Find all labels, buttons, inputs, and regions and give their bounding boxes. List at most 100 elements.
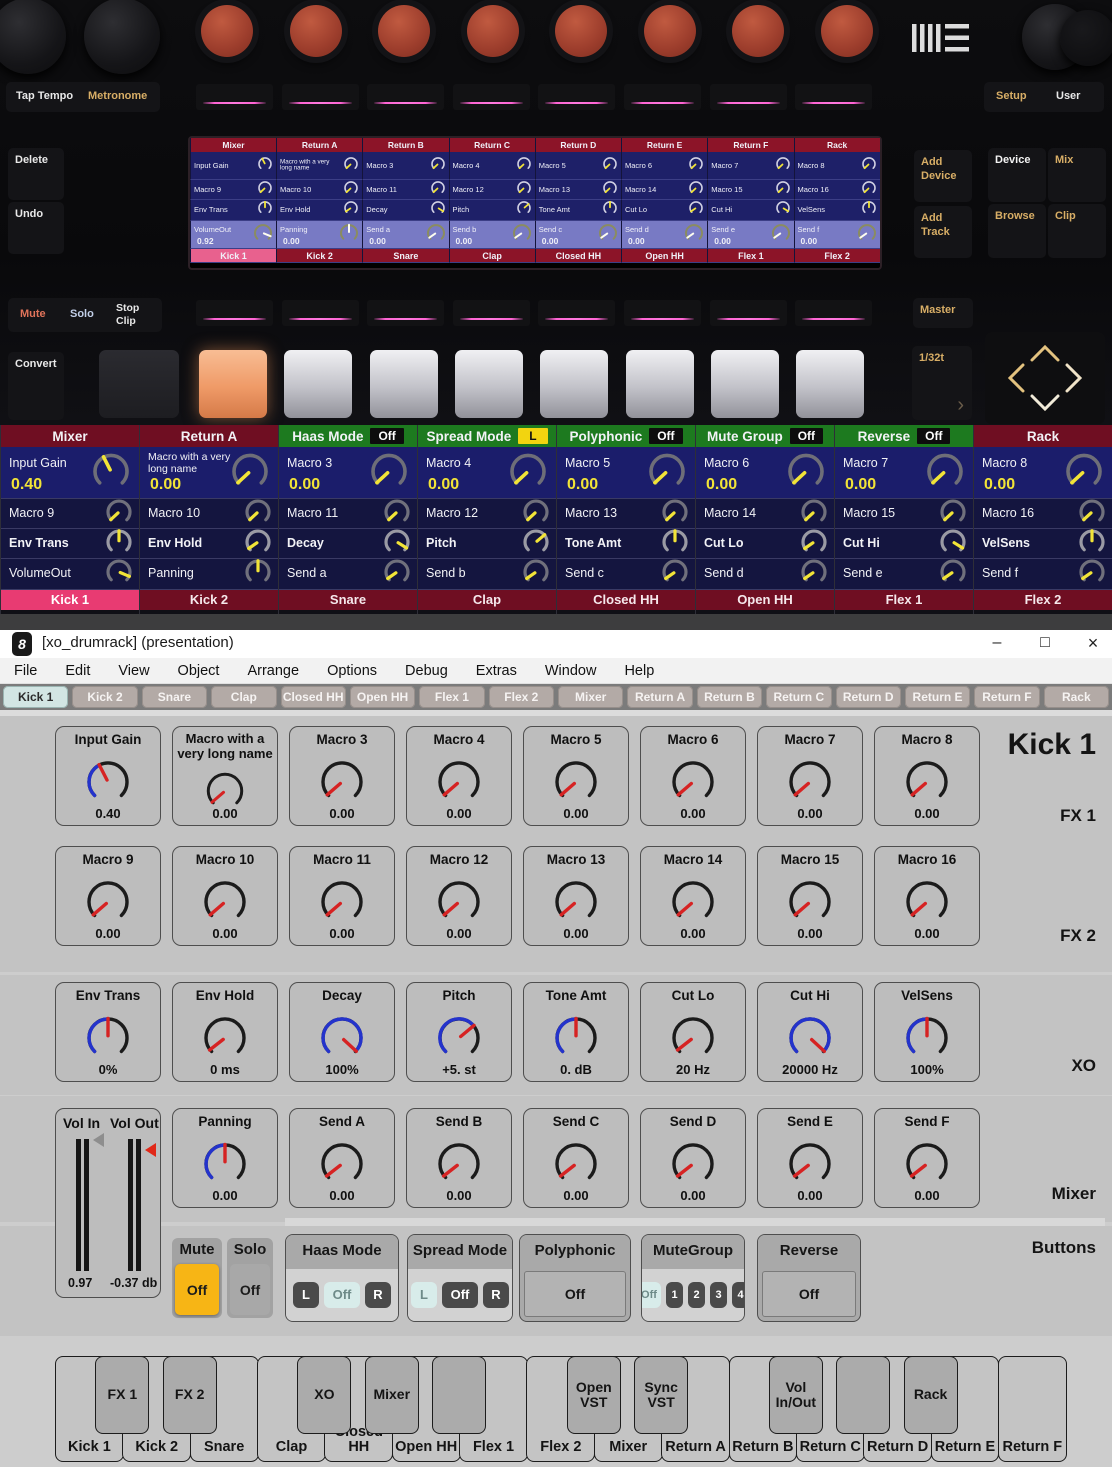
grid-dial[interactable] [381,529,413,559]
dial[interactable] [312,757,372,812]
grid-dial[interactable] [103,499,135,529]
encoder-knob[interactable] [821,5,873,57]
dial[interactable] [312,1139,372,1194]
dial[interactable] [663,1139,723,1194]
grid-dial[interactable] [921,449,969,496]
master-button[interactable]: Master [913,298,973,328]
vol-in-marker[interactable] [93,1133,104,1147]
dial[interactable] [429,757,489,812]
display-button[interactable] [624,300,701,326]
close-button[interactable]: × [1078,630,1108,658]
grid-dial[interactable] [659,499,691,529]
menu-item-view[interactable]: View [104,663,163,679]
dial[interactable] [780,877,840,932]
grid-dial[interactable] [381,559,413,590]
encoder-knob[interactable] [378,5,430,57]
grid-track-cell[interactable]: Closed HH [557,590,695,610]
dial[interactable] [663,757,723,812]
black-key-fx-1[interactable]: FX 1 [95,1356,149,1434]
black-key-blank[interactable] [836,1356,890,1434]
black-key-open-vst[interactable]: Open VST [567,1356,621,1434]
tab-closed-hh[interactable]: Closed HH [281,686,346,708]
display-button[interactable] [538,300,615,326]
grid-dial[interactable] [520,499,552,529]
grid-dial[interactable] [643,449,691,496]
dial[interactable] [546,1013,606,1068]
mute-group-option-2[interactable]: 2 [688,1282,705,1308]
dial[interactable] [195,1139,255,1194]
encoder-knob[interactable] [290,5,342,57]
grid-dial[interactable] [520,529,552,559]
dpad[interactable] [985,332,1105,424]
grid-dial[interactable] [659,559,691,590]
display-button[interactable] [795,84,872,110]
dial[interactable] [897,1139,957,1194]
tempo-knob[interactable] [0,0,66,74]
tab-rack[interactable]: Rack [1044,686,1109,708]
display-button[interactable] [538,84,615,110]
menu-item-debug[interactable]: Debug [391,663,462,679]
dial[interactable] [78,1013,138,1068]
add-track-button[interactable]: Add Track [914,206,972,258]
mute-group-option-1[interactable]: 1 [666,1282,683,1308]
tab-clap[interactable]: Clap [211,686,276,708]
tab-kick-1[interactable]: Kick 1 [3,686,68,708]
pad[interactable] [99,350,179,418]
tab-open-hh[interactable]: Open HH [350,686,415,708]
tab-return-b[interactable]: Return B [697,686,762,708]
grid-dial[interactable] [782,449,830,496]
pad[interactable] [626,350,694,418]
undo-button[interactable]: Undo [8,202,64,254]
black-key-rack[interactable]: Rack [904,1356,958,1434]
dial[interactable] [429,1013,489,1068]
clip-button[interactable]: Clip [1048,204,1106,258]
grid-track-cell[interactable]: Flex 2 [974,590,1112,610]
tab-flex-2[interactable]: Flex 2 [489,686,554,708]
menu-item-extras[interactable]: Extras [462,663,531,679]
black-key-xo[interactable]: XO [297,1356,351,1434]
spread-mode-option-r[interactable]: R [483,1282,509,1308]
tab-snare[interactable]: Snare [142,686,207,708]
grid-dial[interactable] [937,499,969,529]
encoder-knob[interactable] [467,5,519,57]
grid-dial[interactable] [381,499,413,529]
encoder-knob[interactable] [732,5,784,57]
browse-button[interactable]: Browse [988,204,1046,258]
solo-button[interactable]: Solo [70,308,94,322]
tab-kick-2[interactable]: Kick 2 [72,686,137,708]
grid-dial[interactable] [1076,499,1108,529]
dial[interactable] [897,1013,957,1068]
add-device-button[interactable]: Add Device [914,150,972,202]
vol-out-marker[interactable] [145,1143,156,1157]
dial[interactable] [546,877,606,932]
haas-mode-option-r[interactable]: R [365,1282,391,1308]
black-key-mixer[interactable]: Mixer [365,1356,419,1434]
grid-dial[interactable] [798,529,830,559]
grid-track-cell[interactable]: Snare [279,590,417,610]
tab-return-c[interactable]: Return C [766,686,831,708]
rate-button[interactable]: 1/32t › [912,346,972,420]
delete-button[interactable]: Delete [8,148,64,200]
black-key-blank[interactable] [432,1356,486,1434]
spread-mode-option-off[interactable]: Off [442,1282,478,1308]
encoder-knob[interactable] [555,5,607,57]
grid-dial[interactable] [103,529,135,559]
display-button[interactable] [710,84,787,110]
grid-track-cell[interactable]: Kick 1 [1,590,139,610]
display-button[interactable] [196,84,273,110]
dial[interactable] [663,1013,723,1068]
grid-track-cell[interactable]: Open HH [696,590,834,610]
grid-track-cell[interactable]: Flex 1 [835,590,973,610]
dial[interactable] [78,877,138,932]
grid-dial[interactable] [504,449,552,496]
spread-mode-option-l[interactable]: L [411,1282,437,1308]
grid-dial[interactable] [520,559,552,590]
mix-button[interactable]: Mix [1048,148,1106,202]
dial[interactable] [780,1139,840,1194]
display-button[interactable] [196,300,273,326]
haas-mode-option-l[interactable]: L [293,1282,319,1308]
grid-dial[interactable] [87,449,135,496]
dial[interactable] [429,1139,489,1194]
black-key-sync-vst[interactable]: Sync VST [634,1356,688,1434]
tab-mixer[interactable]: Mixer [558,686,623,708]
